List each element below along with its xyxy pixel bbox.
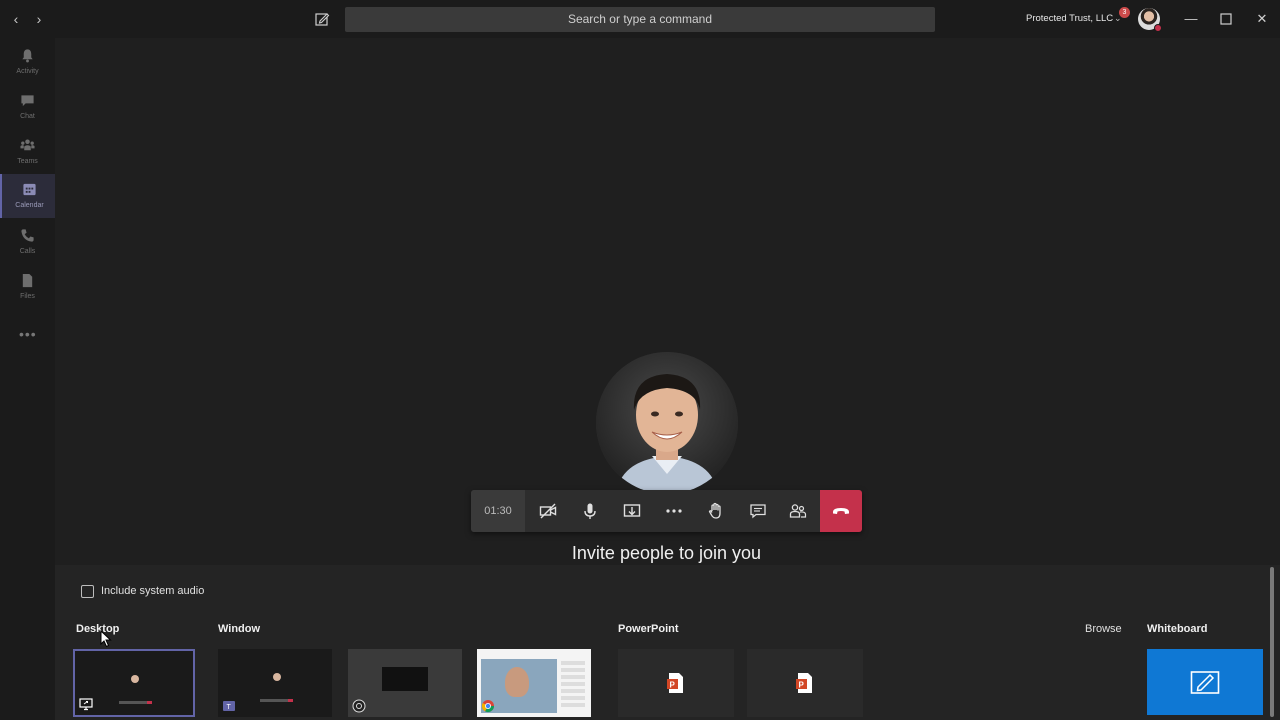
camera-off-button[interactable] — [527, 490, 569, 532]
participants-button[interactable] — [777, 490, 819, 532]
chat-button[interactable] — [737, 490, 779, 532]
window-thumbnail-obs[interactable] — [348, 649, 462, 717]
rail-item-files[interactable]: Files — [0, 265, 55, 309]
rail-label: Calls — [19, 248, 36, 255]
org-switcher[interactable]: Protected Trust, LLC — [1026, 13, 1113, 24]
camera-off-icon — [539, 503, 557, 519]
rail-label: Activity — [16, 68, 39, 75]
powerpoint-file-2[interactable]: P — [747, 649, 863, 717]
call-timer: 01:30 — [471, 490, 525, 532]
thumb-sidebar — [561, 661, 585, 709]
new-chat-icon[interactable] — [314, 11, 330, 27]
tray-scrollbar[interactable] — [1270, 567, 1274, 717]
monitor-share-icon — [79, 698, 93, 711]
rail-label: Calendar — [15, 202, 44, 209]
notification-badge: 3 — [1119, 7, 1130, 18]
share-tray: Include system audio Desktop Window Powe… — [55, 565, 1280, 720]
chat-icon — [750, 504, 766, 519]
rail-item-chat[interactable]: Chat — [0, 85, 55, 129]
svg-text:P: P — [799, 681, 805, 690]
powerpoint-file-1[interactable]: P — [618, 649, 734, 717]
close-icon[interactable]: ✕ — [1253, 10, 1271, 28]
rail-item-calls[interactable]: Calls — [0, 220, 55, 264]
powerpoint-icon: P — [796, 673, 812, 693]
call-controls: 01:30 — [471, 490, 862, 532]
mouse-cursor-icon — [100, 630, 112, 648]
file-icon — [22, 273, 33, 288]
desktop-thumbnail[interactable] — [73, 649, 195, 717]
bell-icon — [22, 49, 33, 63]
rail-label: Teams — [17, 158, 38, 165]
phone-icon — [21, 229, 34, 242]
app-rail: Activity Chat Teams Calendar Calls Files… — [0, 38, 55, 720]
hang-up-icon — [833, 508, 849, 514]
thumb-controls — [119, 701, 147, 704]
teams-icon — [20, 139, 35, 151]
microphone-button[interactable] — [569, 490, 611, 532]
teams-app-icon: T — [223, 701, 235, 711]
thumb-face — [273, 673, 281, 681]
title-bar: ‹ › Search or type a command Protected T… — [0, 0, 1280, 38]
rail-label: Files — [20, 293, 35, 300]
maximize-icon[interactable] — [1217, 10, 1235, 28]
window-thumbnail-browser[interactable] — [477, 649, 591, 717]
thumb-window-content — [382, 667, 428, 691]
svg-text:T: T — [227, 704, 232, 711]
whiteboard-icon — [1190, 671, 1220, 694]
powerpoint-icon: P — [667, 673, 683, 693]
back-icon[interactable]: ‹ — [8, 11, 24, 27]
include-audio-label: Include system audio — [101, 585, 205, 597]
more-apps-icon[interactable]: ••• — [19, 326, 37, 342]
section-whiteboard-label: Whiteboard — [1147, 623, 1208, 635]
thumb-hangup — [288, 699, 293, 702]
invite-text: Invite people to join you — [571, 543, 762, 563]
minimize-icon[interactable]: — — [1182, 10, 1200, 28]
forward-icon[interactable]: › — [31, 11, 47, 27]
chat-icon — [21, 95, 34, 107]
people-icon — [789, 504, 807, 518]
share-screen-button[interactable] — [611, 490, 653, 532]
hand-icon — [708, 502, 721, 519]
rail-item-activity[interactable]: Activity — [0, 40, 55, 84]
rail-item-teams[interactable]: Teams — [0, 130, 55, 174]
calendar-icon — [23, 183, 36, 196]
browse-link[interactable]: Browse — [1085, 623, 1122, 635]
rail-item-calendar[interactable]: Calendar — [0, 174, 55, 218]
chrome-app-icon — [481, 700, 494, 713]
whiteboard-tile[interactable] — [1147, 649, 1263, 715]
share-tray-icon — [623, 504, 641, 517]
more-actions-button[interactable] — [653, 490, 695, 532]
include-audio-checkbox[interactable] — [81, 585, 94, 598]
section-window-label: Window — [218, 623, 261, 635]
teams-app: ‹ › Search or type a command Protected T… — [0, 0, 1280, 720]
raise-hand-button[interactable] — [695, 490, 737, 532]
presence-busy-icon — [1154, 24, 1162, 32]
thumb-controls — [260, 699, 288, 702]
more-icon — [666, 509, 682, 513]
window-thumbnail-teams[interactable]: T — [218, 649, 332, 717]
rail-label: Chat — [20, 113, 35, 120]
hang-up-button[interactable] — [820, 490, 862, 532]
microphone-icon — [584, 503, 596, 519]
section-desktop-label: Desktop — [76, 623, 120, 635]
section-powerpoint-label: PowerPoint — [618, 623, 679, 635]
thumb-hangup — [147, 701, 152, 704]
svg-text:P: P — [670, 681, 676, 690]
thumb-face — [505, 667, 529, 697]
obs-app-icon — [352, 699, 366, 713]
participant-avatar — [596, 352, 738, 494]
thumb-face — [131, 675, 139, 683]
search-input[interactable]: Search or type a command — [345, 7, 935, 32]
